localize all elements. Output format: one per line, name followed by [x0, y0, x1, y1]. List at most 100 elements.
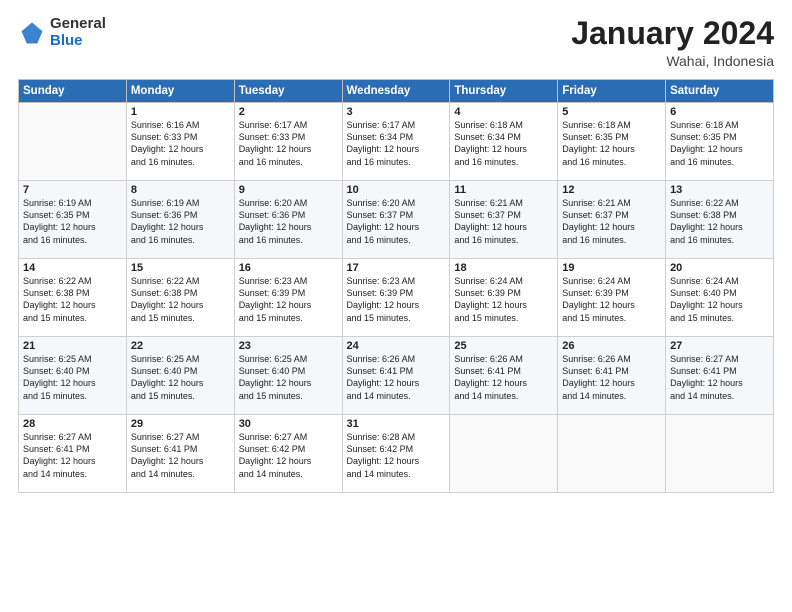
logo-text: General Blue	[50, 16, 106, 49]
calendar-week-4: 21Sunrise: 6:25 AMSunset: 6:40 PMDayligh…	[19, 337, 774, 415]
day-number: 14	[23, 262, 122, 274]
calendar-cell: 26Sunrise: 6:26 AMSunset: 6:41 PMDayligh…	[558, 337, 666, 415]
calendar-header: Sunday Monday Tuesday Wednesday Thursday…	[19, 80, 774, 103]
calendar-cell: 23Sunrise: 6:25 AMSunset: 6:40 PMDayligh…	[234, 337, 342, 415]
day-number: 9	[239, 184, 338, 196]
calendar-cell: 28Sunrise: 6:27 AMSunset: 6:41 PMDayligh…	[19, 415, 127, 493]
day-info: Sunrise: 6:23 AMSunset: 6:39 PMDaylight:…	[239, 275, 338, 324]
calendar-cell	[450, 415, 558, 493]
day-number: 29	[131, 418, 230, 430]
calendar-cell: 27Sunrise: 6:27 AMSunset: 6:41 PMDayligh…	[666, 337, 774, 415]
calendar-cell: 22Sunrise: 6:25 AMSunset: 6:40 PMDayligh…	[126, 337, 234, 415]
col-monday: Monday	[126, 80, 234, 103]
day-number: 26	[562, 340, 661, 352]
day-number: 12	[562, 184, 661, 196]
day-number: 2	[239, 106, 338, 118]
day-number: 4	[454, 106, 553, 118]
day-info: Sunrise: 6:26 AMSunset: 6:41 PMDaylight:…	[454, 353, 553, 402]
calendar-cell: 20Sunrise: 6:24 AMSunset: 6:40 PMDayligh…	[666, 259, 774, 337]
col-thursday: Thursday	[450, 80, 558, 103]
day-info: Sunrise: 6:23 AMSunset: 6:39 PMDaylight:…	[347, 275, 446, 324]
day-number: 19	[562, 262, 661, 274]
calendar-cell: 24Sunrise: 6:26 AMSunset: 6:41 PMDayligh…	[342, 337, 450, 415]
day-info: Sunrise: 6:24 AMSunset: 6:39 PMDaylight:…	[562, 275, 661, 324]
day-number: 18	[454, 262, 553, 274]
col-friday: Friday	[558, 80, 666, 103]
day-info: Sunrise: 6:20 AMSunset: 6:36 PMDaylight:…	[239, 197, 338, 246]
calendar-week-3: 14Sunrise: 6:22 AMSunset: 6:38 PMDayligh…	[19, 259, 774, 337]
col-sunday: Sunday	[19, 80, 127, 103]
day-info: Sunrise: 6:25 AMSunset: 6:40 PMDaylight:…	[131, 353, 230, 402]
calendar-cell: 16Sunrise: 6:23 AMSunset: 6:39 PMDayligh…	[234, 259, 342, 337]
day-info: Sunrise: 6:27 AMSunset: 6:41 PMDaylight:…	[670, 353, 769, 402]
calendar-cell: 25Sunrise: 6:26 AMSunset: 6:41 PMDayligh…	[450, 337, 558, 415]
day-info: Sunrise: 6:17 AMSunset: 6:34 PMDaylight:…	[347, 119, 446, 168]
day-number: 8	[131, 184, 230, 196]
col-tuesday: Tuesday	[234, 80, 342, 103]
calendar-cell: 15Sunrise: 6:22 AMSunset: 6:38 PMDayligh…	[126, 259, 234, 337]
header-row: Sunday Monday Tuesday Wednesday Thursday…	[19, 80, 774, 103]
day-info: Sunrise: 6:21 AMSunset: 6:37 PMDaylight:…	[454, 197, 553, 246]
calendar-cell	[558, 415, 666, 493]
calendar-cell: 1Sunrise: 6:16 AMSunset: 6:33 PMDaylight…	[126, 103, 234, 181]
day-number: 1	[131, 106, 230, 118]
day-number: 5	[562, 106, 661, 118]
day-info: Sunrise: 6:25 AMSunset: 6:40 PMDaylight:…	[239, 353, 338, 402]
calendar-cell: 8Sunrise: 6:19 AMSunset: 6:36 PMDaylight…	[126, 181, 234, 259]
day-info: Sunrise: 6:17 AMSunset: 6:33 PMDaylight:…	[239, 119, 338, 168]
calendar-cell: 13Sunrise: 6:22 AMSunset: 6:38 PMDayligh…	[666, 181, 774, 259]
day-info: Sunrise: 6:25 AMSunset: 6:40 PMDaylight:…	[23, 353, 122, 402]
day-number: 20	[670, 262, 769, 274]
calendar-cell: 19Sunrise: 6:24 AMSunset: 6:39 PMDayligh…	[558, 259, 666, 337]
day-number: 23	[239, 340, 338, 352]
month-title: January 2024	[571, 16, 774, 51]
day-number: 30	[239, 418, 338, 430]
calendar-cell: 2Sunrise: 6:17 AMSunset: 6:33 PMDaylight…	[234, 103, 342, 181]
day-info: Sunrise: 6:19 AMSunset: 6:35 PMDaylight:…	[23, 197, 122, 246]
day-info: Sunrise: 6:18 AMSunset: 6:35 PMDaylight:…	[562, 119, 661, 168]
calendar-week-2: 7Sunrise: 6:19 AMSunset: 6:35 PMDaylight…	[19, 181, 774, 259]
calendar-table: Sunday Monday Tuesday Wednesday Thursday…	[18, 79, 774, 493]
day-number: 25	[454, 340, 553, 352]
calendar-cell: 18Sunrise: 6:24 AMSunset: 6:39 PMDayligh…	[450, 259, 558, 337]
day-info: Sunrise: 6:24 AMSunset: 6:40 PMDaylight:…	[670, 275, 769, 324]
calendar-cell: 11Sunrise: 6:21 AMSunset: 6:37 PMDayligh…	[450, 181, 558, 259]
day-info: Sunrise: 6:22 AMSunset: 6:38 PMDaylight:…	[23, 275, 122, 324]
calendar-cell: 14Sunrise: 6:22 AMSunset: 6:38 PMDayligh…	[19, 259, 127, 337]
day-number: 27	[670, 340, 769, 352]
logo-general-label: General	[50, 16, 106, 33]
col-saturday: Saturday	[666, 80, 774, 103]
calendar-cell: 12Sunrise: 6:21 AMSunset: 6:37 PMDayligh…	[558, 181, 666, 259]
calendar-cell: 21Sunrise: 6:25 AMSunset: 6:40 PMDayligh…	[19, 337, 127, 415]
calendar-cell: 4Sunrise: 6:18 AMSunset: 6:34 PMDaylight…	[450, 103, 558, 181]
calendar-cell: 10Sunrise: 6:20 AMSunset: 6:37 PMDayligh…	[342, 181, 450, 259]
day-info: Sunrise: 6:27 AMSunset: 6:42 PMDaylight:…	[239, 431, 338, 480]
calendar-cell: 3Sunrise: 6:17 AMSunset: 6:34 PMDaylight…	[342, 103, 450, 181]
location-label: Wahai, Indonesia	[571, 53, 774, 69]
calendar-cell: 17Sunrise: 6:23 AMSunset: 6:39 PMDayligh…	[342, 259, 450, 337]
day-number: 31	[347, 418, 446, 430]
day-number: 3	[347, 106, 446, 118]
calendar-cell: 9Sunrise: 6:20 AMSunset: 6:36 PMDaylight…	[234, 181, 342, 259]
day-number: 24	[347, 340, 446, 352]
day-info: Sunrise: 6:26 AMSunset: 6:41 PMDaylight:…	[562, 353, 661, 402]
day-info: Sunrise: 6:22 AMSunset: 6:38 PMDaylight:…	[131, 275, 230, 324]
day-info: Sunrise: 6:18 AMSunset: 6:34 PMDaylight:…	[454, 119, 553, 168]
calendar-body: 1Sunrise: 6:16 AMSunset: 6:33 PMDaylight…	[19, 103, 774, 493]
title-block: January 2024 Wahai, Indonesia	[571, 16, 774, 69]
day-number: 21	[23, 340, 122, 352]
day-info: Sunrise: 6:27 AMSunset: 6:41 PMDaylight:…	[131, 431, 230, 480]
day-number: 28	[23, 418, 122, 430]
calendar-week-1: 1Sunrise: 6:16 AMSunset: 6:33 PMDaylight…	[19, 103, 774, 181]
day-info: Sunrise: 6:16 AMSunset: 6:33 PMDaylight:…	[131, 119, 230, 168]
calendar-cell: 7Sunrise: 6:19 AMSunset: 6:35 PMDaylight…	[19, 181, 127, 259]
calendar-week-5: 28Sunrise: 6:27 AMSunset: 6:41 PMDayligh…	[19, 415, 774, 493]
day-info: Sunrise: 6:27 AMSunset: 6:41 PMDaylight:…	[23, 431, 122, 480]
calendar-cell: 5Sunrise: 6:18 AMSunset: 6:35 PMDaylight…	[558, 103, 666, 181]
logo-blue-label: Blue	[50, 33, 106, 50]
calendar-cell: 6Sunrise: 6:18 AMSunset: 6:35 PMDaylight…	[666, 103, 774, 181]
day-info: Sunrise: 6:24 AMSunset: 6:39 PMDaylight:…	[454, 275, 553, 324]
day-number: 10	[347, 184, 446, 196]
day-info: Sunrise: 6:18 AMSunset: 6:35 PMDaylight:…	[670, 119, 769, 168]
calendar-page: General Blue January 2024 Wahai, Indones…	[0, 0, 792, 612]
